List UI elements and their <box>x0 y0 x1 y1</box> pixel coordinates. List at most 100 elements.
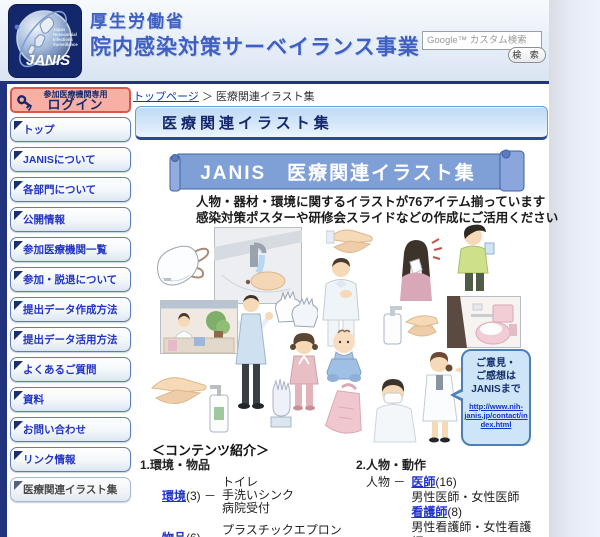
sidebar-item-label: 提出データ活用方法 <box>23 334 118 346</box>
sidebar-item-about[interactable]: JANISについて <box>10 147 131 172</box>
sidebar-item-illustrations[interactable]: 医療関連イラスト集 <box>10 477 131 502</box>
breadcrumb-home-link[interactable]: トップページ <box>133 91 199 103</box>
illustration-banner: JANIS 医療関連イラスト集 <box>166 149 532 193</box>
sidebar-item-label: JANISについて <box>23 154 96 166</box>
hospital-reception-illustration <box>160 300 238 354</box>
corner-triangle-icon <box>14 301 23 310</box>
janis-logo[interactable]: Japan Nosocomial Infections Surveillance… <box>8 4 82 78</box>
site-title: 厚生労働省 院内感染対策サーベイランス事業 <box>90 10 420 62</box>
toilet-illustration <box>447 296 521 348</box>
janis-globe-icon: Japan Nosocomial Infections Surveillance… <box>14 10 78 69</box>
corner-triangle-icon <box>14 271 23 280</box>
doctor-entry: 医師(16) <box>411 475 457 489</box>
bubble-line-3: JANISまで <box>471 384 521 395</box>
program-title: 院内感染対策サーベイランス事業 <box>90 36 420 59</box>
contents-column-environment: 1.環境・物品 環境(3) － トイレ 手洗いシンク 病院受付 物品(6) － … <box>140 456 355 537</box>
sidebar-item-materials[interactable]: 資料 <box>10 387 131 412</box>
corner-triangle-icon <box>14 481 23 490</box>
corner-triangle-icon <box>14 121 23 130</box>
illustration-collage: ご意見・ ご感想は JANISまで http://www.nih- janis.… <box>140 222 550 446</box>
search-button[interactable]: 検 索 <box>508 47 546 63</box>
breadcrumb: トップページ ＞ 医療関連イラスト集 <box>133 88 315 104</box>
left-edge-bar <box>0 84 7 537</box>
pink-apron-illustration <box>325 382 367 436</box>
corner-triangle-icon <box>14 331 23 340</box>
corner-triangle-icon <box>14 421 23 430</box>
custom-search: 検 索 <box>422 30 548 64</box>
corner-triangle-icon <box>14 181 23 190</box>
breadcrumb-separator: ＞ <box>201 91 213 103</box>
pump-bottle-illustration <box>206 377 232 435</box>
sidebar-item-data-create[interactable]: 提出データ作成方法 <box>10 297 131 322</box>
bubble-line-2: ご感想は <box>476 371 516 382</box>
sidebar-item-label: リンク情報 <box>23 454 76 466</box>
sidebar-item-public-info[interactable]: 公開情報 <box>10 207 131 232</box>
page-title: 医療関連イラスト集 <box>135 106 548 140</box>
intro-line-1: 人物・器材・環境に関するイラストが76アイテム揃っています <box>196 195 546 209</box>
ministry-title: 厚生労働省 <box>90 12 185 31</box>
login-button[interactable]: 参加医療機関専用 ログイン <box>10 87 131 113</box>
sidebar-item-links[interactable]: リンク情報 <box>10 447 131 472</box>
masked-nurse-illustration <box>372 377 418 444</box>
bubble-line-1: ご意見・ <box>476 358 516 369</box>
sidebar-nav: 参加医療機関専用 ログイン トップ JANISについて 各部門について 公開情報… <box>10 87 131 507</box>
janis-page: Japan Nosocomial Infections Surveillance… <box>0 0 600 537</box>
doctor-desc: 男性医師・女性医師 <box>411 490 520 504</box>
nurse-entry: 看護師(8) <box>411 505 463 519</box>
breadcrumb-current: 医療関連イラスト集 <box>215 91 315 103</box>
corner-triangle-icon <box>14 241 23 250</box>
sidebar-item-label: 提出データ作成方法 <box>23 304 118 316</box>
sidebar-item-join-leave[interactable]: 参加・脱退について <box>10 267 131 292</box>
environment-group: 環境(3) － トイレ 手洗いシンク 病院受付 <box>162 475 295 515</box>
people-lead: 人物 － <box>366 475 406 489</box>
goods-link[interactable]: 物品 <box>162 531 186 537</box>
goods-group: 物品(6) － プラスチックエプロン マスク <box>140 524 355 537</box>
corner-triangle-icon <box>14 151 23 160</box>
doctor-link[interactable]: 医師 <box>411 475 435 489</box>
nurse-desc: 男性看護師・女性看護師 <box>411 520 532 537</box>
environment-link[interactable]: 環境 <box>162 489 186 503</box>
female-patient-illustration <box>286 331 322 411</box>
sidebar-item-departments[interactable]: 各部門について <box>10 177 131 202</box>
sidebar-item-top[interactable]: トップ <box>10 117 131 142</box>
contents-column-people: 2.人物・動作 人物 － 医師(16) 男性医師・女性医師 看護師(8) 男性看… <box>356 456 536 537</box>
nurse-link[interactable]: 看護師 <box>411 505 447 519</box>
sidebar-item-label: お問い合わせ <box>23 424 86 436</box>
sidebar-item-label: よくあるご質問 <box>23 364 97 376</box>
sidebar-item-label: トップ <box>23 124 55 136</box>
col1-title: 1.環境・物品 <box>140 458 211 472</box>
sneezing-woman-illustration <box>392 237 444 301</box>
svg-text:Surveillance: Surveillance <box>53 42 78 47</box>
sidebar-item-label: 医療関連イラスト集 <box>23 484 118 496</box>
corner-triangle-icon <box>14 361 23 370</box>
corner-triangle-icon <box>14 391 23 400</box>
contact-url-link[interactable]: http://www.nih- janis.jp/contact/in dex.… <box>463 402 529 429</box>
janis-logo-text: JANIS <box>26 52 70 69</box>
header-divider <box>0 81 549 84</box>
site-header: Japan Nosocomial Infections Surveillance… <box>0 0 549 81</box>
sidebar-item-participants[interactable]: 参加医療機関一覧 <box>10 237 131 262</box>
surgical-mask-illustration <box>150 238 212 294</box>
sidebar-item-contact[interactable]: お問い合わせ <box>10 417 131 442</box>
people-group: 人物 － 医師(16) 男性医師・女性医師 看護師(8) 男性看護師・女性看護師… <box>356 475 536 537</box>
banner-title: JANIS 医療関連イラスト集 <box>200 162 476 184</box>
sidebar-item-label: 参加医療機関一覧 <box>23 244 107 256</box>
corner-triangle-icon <box>14 211 23 220</box>
corner-triangle-icon <box>14 451 23 460</box>
feedback-bubble: ご意見・ ご感想は JANISまで http://www.nih- janis.… <box>450 349 531 446</box>
key-icon <box>17 95 33 111</box>
sidebar-item-faq[interactable]: よくあるご質問 <box>10 357 131 382</box>
gloves-pair-illustration <box>270 289 318 331</box>
sidebar-item-data-use[interactable]: 提出データ活用方法 <box>10 327 131 352</box>
hand-sanitizer-illustration <box>380 300 440 346</box>
baby-illustration <box>324 328 364 384</box>
environment-item: 病院受付 <box>222 501 271 515</box>
page-edge-gradient <box>549 0 600 537</box>
sidebar-item-label: 資料 <box>23 394 44 406</box>
login-label: ログイン <box>47 97 104 112</box>
rubbing-hands-illustration <box>150 372 208 410</box>
sidebar-item-label: 公開情報 <box>23 214 65 226</box>
sidebar-item-label: 参加・脱退について <box>23 274 118 286</box>
sidebar-item-label: 各部門について <box>23 184 97 196</box>
gargling-boy-illustration <box>452 223 504 293</box>
